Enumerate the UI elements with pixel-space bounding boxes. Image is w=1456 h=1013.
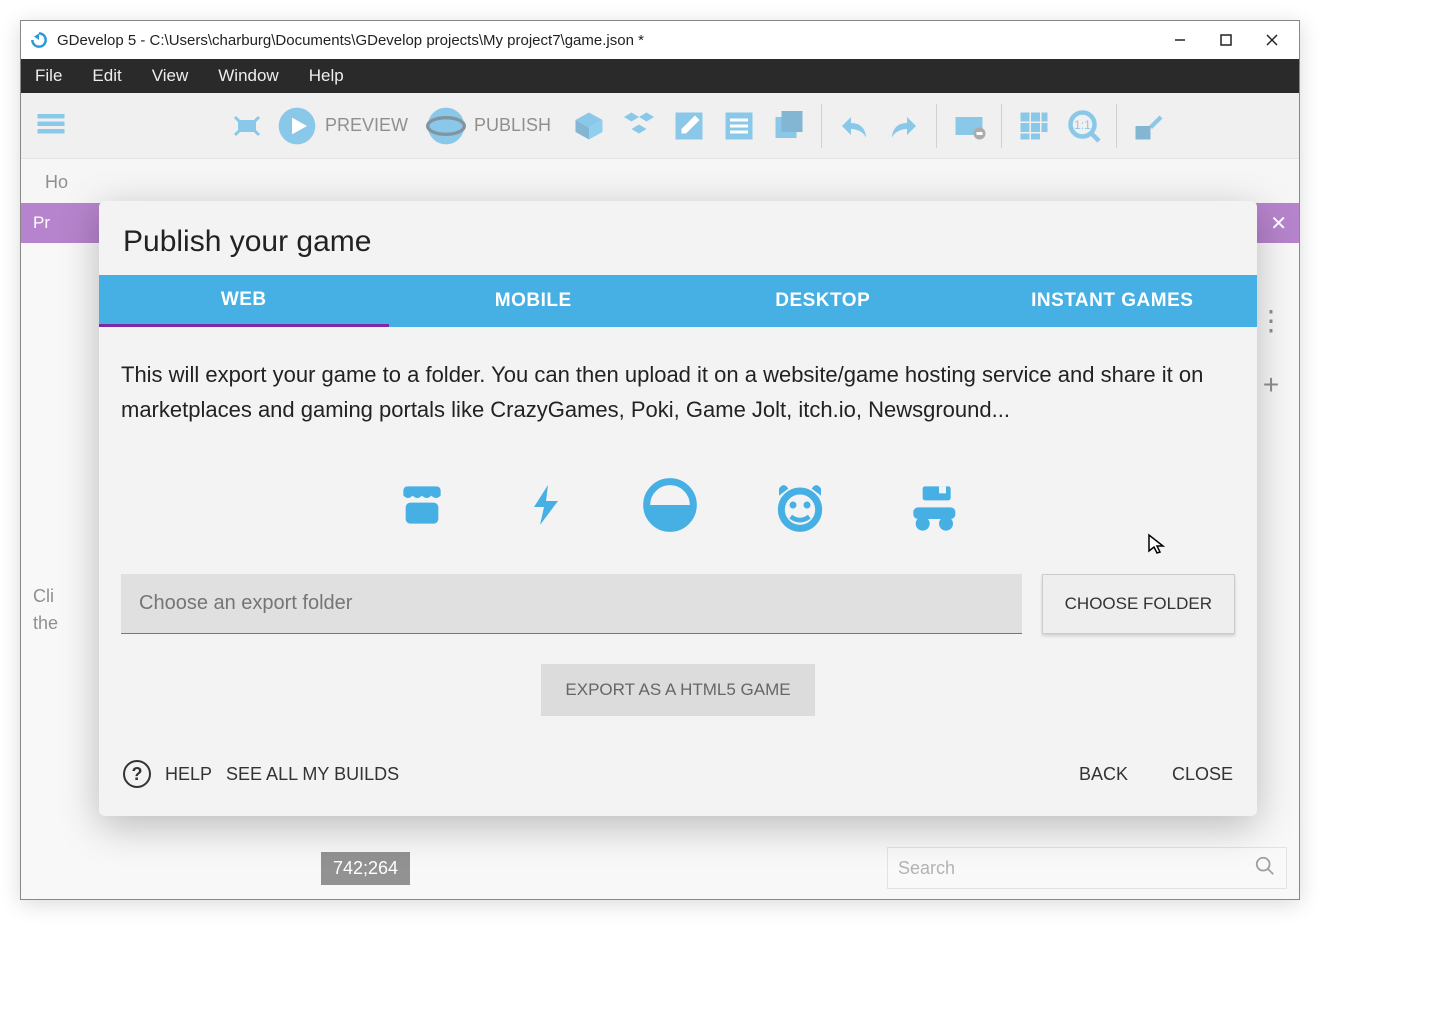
choose-folder-button[interactable]: CHOOSE FOLDER	[1042, 574, 1235, 634]
crazygames-icon	[770, 477, 830, 538]
help-icon[interactable]: ?	[123, 760, 151, 788]
dialog-tabs: WEB MOBILE DESKTOP INSTANT GAMES	[99, 275, 1257, 327]
menu-window[interactable]: Window	[212, 62, 284, 90]
export-folder-input[interactable]	[121, 574, 1022, 634]
tab-instant-games[interactable]: INSTANT GAMES	[968, 275, 1258, 327]
maximize-button[interactable]	[1215, 29, 1237, 51]
dialog-title: Publish your game	[99, 201, 1257, 275]
menu-edit[interactable]: Edit	[86, 62, 127, 90]
tab-web[interactable]: WEB	[99, 275, 389, 327]
tab-desktop[interactable]: DESKTOP	[678, 275, 968, 327]
window-title: GDevelop 5 - C:\Users\charburg\Documents…	[57, 32, 1169, 49]
dialog-description: This will export your game to a folder. …	[121, 357, 1235, 427]
publish-dialog: Publish your game WEB MOBILE DESKTOP INS…	[99, 201, 1257, 816]
tab-mobile[interactable]: MOBILE	[389, 275, 679, 327]
menubar: File Edit View Window Help	[21, 59, 1299, 93]
app-icon	[29, 30, 49, 50]
app-window: GDevelop 5 - C:\Users\charburg\Documents…	[20, 20, 1300, 900]
menu-file[interactable]: File	[29, 62, 68, 90]
help-link[interactable]: HELP	[165, 764, 212, 785]
itchio-icon	[394, 477, 450, 538]
see-builds-link[interactable]: SEE ALL MY BUILDS	[226, 764, 399, 785]
close-button[interactable]: CLOSE	[1172, 764, 1233, 785]
export-button[interactable]: EXPORT AS A HTML5 GAME	[541, 664, 814, 716]
menu-view[interactable]: View	[146, 62, 195, 90]
gamejolt-icon	[522, 477, 570, 538]
minimize-button[interactable]	[1169, 29, 1191, 51]
menu-help[interactable]: Help	[303, 62, 350, 90]
back-button[interactable]: BACK	[1079, 764, 1128, 785]
close-window-button[interactable]	[1261, 29, 1283, 51]
newgrounds-icon	[902, 477, 962, 538]
cursor-icon	[1147, 533, 1167, 563]
poki-icon	[642, 477, 698, 538]
titlebar: GDevelop 5 - C:\Users\charburg\Documents…	[21, 21, 1299, 59]
marketplace-icons	[121, 427, 1235, 574]
